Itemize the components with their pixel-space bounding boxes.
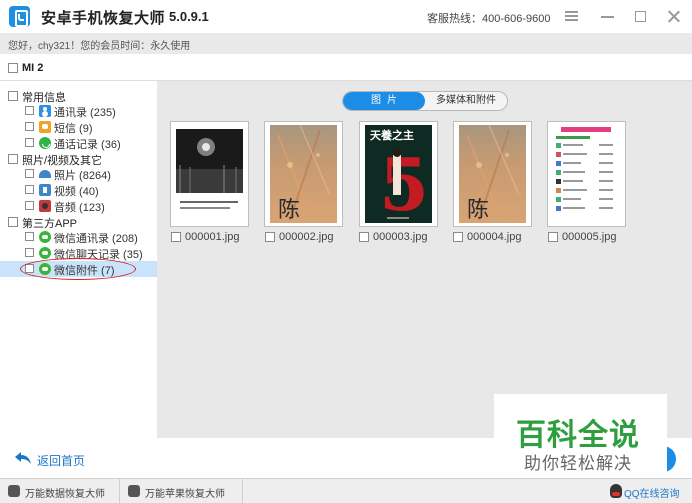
sidebar-item-label: 短信 (9) [54, 123, 93, 135]
category-checkbox[interactable] [8, 154, 18, 164]
wechat-icon [39, 247, 51, 259]
item-checkbox[interactable] [25, 122, 34, 131]
tab-images[interactable]: 图片 [343, 92, 425, 110]
item-checkbox[interactable] [25, 264, 34, 273]
watermark-overlay: 百科全说 助你轻松解决 [494, 394, 667, 478]
member-bar: 您好，chy321！您的会员时间：永久使用 [0, 33, 692, 54]
taskbar-item-data-recovery[interactable]: 万能数据恢复大师 [0, 479, 120, 503]
bottom-taskbar: 万能数据恢复大师 万能苹果恢复大师 QQ在线咨询 [0, 478, 692, 503]
sms-icon [39, 121, 51, 133]
sidebar-item-call-log[interactable]: 通话记录 (36) [0, 135, 157, 151]
item-checkbox[interactable] [25, 201, 34, 210]
app-logo-icon [9, 6, 30, 27]
image-filename: 000005.jpg [562, 231, 617, 243]
watermark-main-text: 百科全说 [516, 419, 640, 452]
sidebar-item-label: 通讯录 (235) [54, 107, 116, 119]
sidebar-item-label: 视频 (40) [54, 186, 99, 198]
item-checkbox[interactable] [25, 169, 34, 178]
app-title: 安卓手机恢复大师 [41, 10, 166, 27]
device-checkbox[interactable] [8, 63, 18, 73]
watermark-sub-text: 助你轻松解决 [524, 454, 632, 473]
photo-icon [39, 168, 51, 180]
thumbnail-image: 陈 [270, 125, 337, 223]
menu-icon[interactable] [560, 6, 582, 26]
sidebar-item-contacts[interactable]: 通讯录 (235) [0, 103, 157, 119]
member-text: 您好，chy321！您的会员时间：永久使用 [8, 41, 191, 52]
category-checkbox[interactable] [8, 217, 18, 227]
thumbnail-image [176, 125, 243, 223]
app-icon [8, 485, 20, 497]
title-bar: 安卓手机恢复大师 5.0.9.1 客服热线：400-606-9600 [0, 0, 692, 33]
minimize-icon[interactable] [597, 6, 619, 26]
category-checkbox[interactable] [8, 91, 18, 101]
qq-icon [610, 484, 622, 498]
category-sidebar: 常用信息 通讯录 (235) 短信 (9) 通话记录 (36) 照片/视频及其它… [0, 81, 157, 438]
poster-char: 陈 [278, 198, 300, 223]
taskbar-item-apple-recovery[interactable]: 万能苹果恢复大师 [120, 479, 243, 503]
image-checkbox[interactable] [359, 232, 369, 242]
tab-switcher: 图片 多媒体和附件 [342, 91, 508, 111]
sidebar-item-label: 微信通讯录 (208) [54, 233, 138, 245]
item-checkbox[interactable] [25, 232, 34, 241]
hotline-text: 客服热线：400-606-9600 [427, 13, 551, 25]
image-filename: 000003.jpg [373, 231, 428, 243]
poster-numeral: 5 [379, 142, 429, 223]
item-checkbox[interactable] [25, 106, 34, 115]
close-icon[interactable] [663, 6, 685, 26]
apple-icon [128, 485, 140, 497]
tab-media-attachments[interactable]: 多媒体和附件 [425, 92, 507, 110]
sidebar-item-sms[interactable]: 短信 (9) [0, 119, 157, 135]
image-checkbox[interactable] [171, 232, 181, 242]
wechat-icon [39, 231, 51, 243]
device-row: MI 2 [0, 54, 692, 81]
image-checkbox[interactable] [265, 232, 275, 242]
category-media[interactable]: 照片/视频及其它 [0, 151, 157, 167]
device-label: MI 2 [22, 62, 44, 74]
poster-title: 天養之主 [370, 128, 414, 142]
app-version: 5.0.9.1 [169, 9, 209, 24]
item-checkbox[interactable] [25, 138, 34, 147]
image-thumbnail[interactable] [547, 121, 626, 227]
image-filename: 000001.jpg [185, 231, 240, 243]
sidebar-item-photos[interactable]: 照片 (8264) [0, 166, 157, 182]
sidebar-item-wechat-chats[interactable]: 微信聊天记录 (35) [0, 245, 157, 261]
image-checkbox[interactable] [548, 232, 558, 242]
contacts-icon [39, 105, 51, 117]
thumbnail-image: 天養之主 5 [365, 125, 432, 223]
image-thumbnail[interactable]: 陈 [453, 121, 532, 227]
image-thumbnail[interactable]: 天養之主 5 [359, 121, 438, 227]
thumbnail-image: 陈 [459, 125, 526, 223]
image-checkbox[interactable] [453, 232, 463, 242]
sidebar-item-label: 微信聊天记录 (35) [54, 249, 143, 261]
video-icon [39, 184, 51, 196]
item-checkbox[interactable] [25, 248, 34, 257]
maximize-icon[interactable] [630, 6, 652, 26]
sidebar-item-label: 音频 (123) [54, 202, 105, 214]
call-log-icon [39, 137, 51, 149]
image-thumbnail[interactable] [170, 121, 249, 227]
audio-icon [39, 200, 51, 212]
sidebar-item-audio[interactable]: 音频 (123) [0, 198, 157, 214]
taskbar-item-label: 万能苹果恢复大师 [145, 489, 225, 500]
sidebar-item-label: 微信附件 (7) [54, 265, 115, 277]
wechat-icon [39, 263, 51, 275]
sidebar-item-label: 通话记录 (36) [54, 139, 121, 151]
poster-char: 陈 [467, 198, 489, 223]
item-checkbox[interactable] [25, 185, 34, 194]
qq-consult-link[interactable]: QQ在线咨询 [624, 485, 680, 500]
image-filename: 000002.jpg [279, 231, 334, 243]
category-common-info[interactable]: 常用信息 [0, 88, 157, 104]
sidebar-item-wechat-contacts[interactable]: 微信通讯录 (208) [0, 229, 157, 245]
taskbar-item-label: 万能数据恢复大师 [25, 489, 105, 500]
category-third-party-app[interactable]: 第三方APP [0, 214, 157, 230]
sidebar-item-videos[interactable]: 视频 (40) [0, 182, 157, 198]
image-filename: 000004.jpg [467, 231, 522, 243]
sidebar-item-wechat-attachments[interactable]: 微信附件 (7) [0, 261, 157, 277]
back-arrow-icon[interactable] [15, 452, 31, 464]
thumbnail-image [553, 125, 620, 223]
image-thumbnail[interactable]: 陈 [264, 121, 343, 227]
sidebar-item-label: 照片 (8264) [54, 170, 111, 182]
back-home-link[interactable]: 返回首页 [37, 452, 85, 469]
image-grid-panel: 图片 多媒体和附件 000001.jpg 陈 000002.jpg 天養之主 5… [157, 81, 692, 438]
